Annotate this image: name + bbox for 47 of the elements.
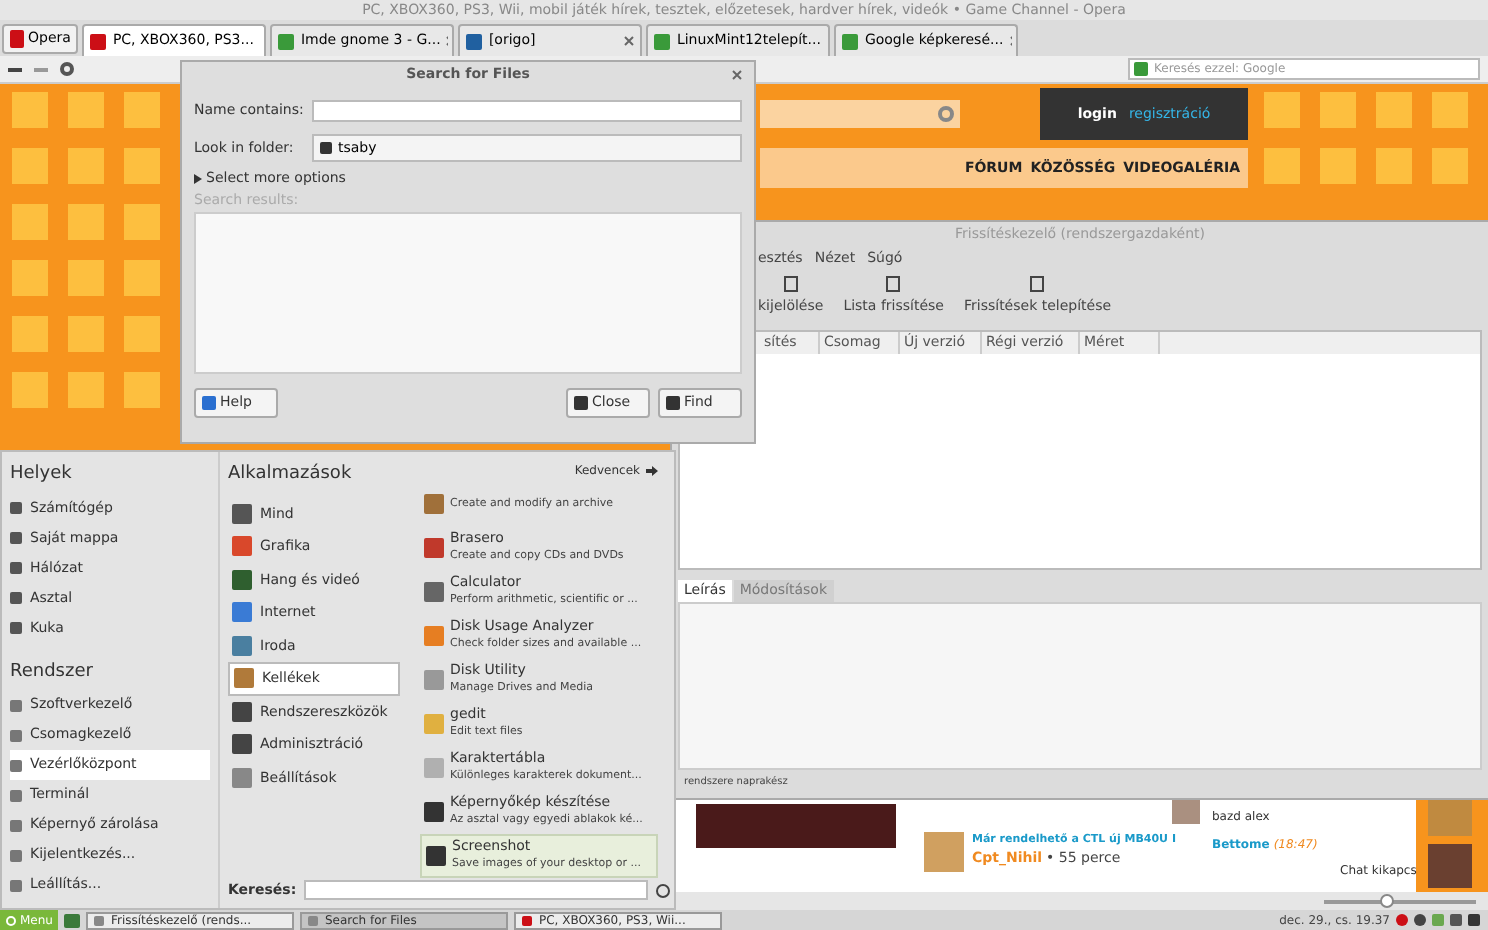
window-icon xyxy=(94,915,105,925)
section-title: Alkalmazások xyxy=(228,462,354,488)
expand-triangle-icon xyxy=(194,173,202,184)
opera-logo-icon xyxy=(10,30,24,48)
system-icon xyxy=(10,819,22,831)
toolbar-icon xyxy=(783,275,798,291)
system-icon xyxy=(10,729,22,741)
window-icon xyxy=(522,915,533,925)
site-icon xyxy=(90,33,107,49)
arrow-right-icon xyxy=(646,466,658,476)
place-icon xyxy=(10,592,22,604)
window-icon xyxy=(308,915,319,925)
system-icon xyxy=(10,849,22,861)
search-icon[interactable] xyxy=(656,883,671,898)
place-icon xyxy=(10,532,22,544)
toolbar-icon xyxy=(886,275,901,291)
google-icon xyxy=(1134,62,1148,76)
chat-tray-icon xyxy=(1414,914,1426,926)
name-input-field[interactable] xyxy=(312,100,742,122)
place-icon xyxy=(10,622,22,634)
menu-search-field[interactable] xyxy=(304,880,649,901)
network-icon xyxy=(1468,914,1480,926)
power-icon xyxy=(6,915,16,925)
section-title: Rendszer xyxy=(10,659,95,685)
show-desktop-icon xyxy=(64,913,81,927)
site-icon xyxy=(466,33,483,49)
search-icon xyxy=(666,396,680,410)
help-icon xyxy=(202,396,216,410)
place-icon xyxy=(10,502,22,514)
site-icon xyxy=(842,33,859,49)
site-icon xyxy=(654,33,671,49)
system-icon xyxy=(10,879,22,891)
section-title: Helyek xyxy=(10,462,74,488)
system-icon xyxy=(10,759,22,771)
opera-tray-icon xyxy=(1396,914,1408,926)
avatar-placeholder xyxy=(1428,844,1472,888)
system-icon xyxy=(10,699,22,711)
slider-thumb[interactable] xyxy=(1379,893,1394,907)
avatar-placeholder xyxy=(924,832,964,872)
system-icon xyxy=(10,789,22,801)
home-icon xyxy=(320,142,332,154)
volume-icon xyxy=(1450,914,1462,926)
update-tray-icon xyxy=(1432,914,1444,926)
toolbar-icon xyxy=(1030,275,1045,291)
reload-icon[interactable] xyxy=(60,62,74,76)
site-icon xyxy=(278,33,295,49)
place-icon xyxy=(10,562,22,574)
